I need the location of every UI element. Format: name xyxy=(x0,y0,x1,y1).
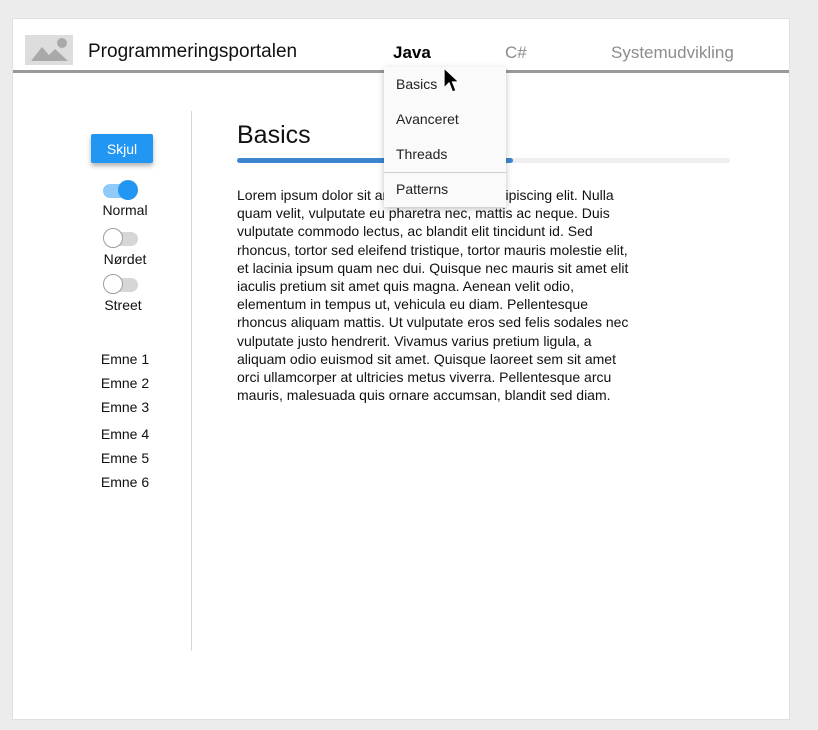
toggle-label-normal: Normal xyxy=(102,202,148,218)
top-navigation-bar: Programmeringsportalen Java C# Systemudv… xyxy=(13,19,789,73)
sidebar-topic-4[interactable]: Emne 4 xyxy=(75,426,175,442)
toggle-nordet[interactable] xyxy=(103,228,138,248)
toggle-normal[interactable] xyxy=(103,180,138,200)
sidebar-topic-1[interactable]: Emne 1 xyxy=(75,351,175,367)
sidebar-divider xyxy=(191,111,192,651)
nav-csharp[interactable]: C# xyxy=(505,43,527,63)
sidebar-topic-2[interactable]: Emne 2 xyxy=(75,375,175,391)
toggle-knob xyxy=(118,180,138,200)
nav-systemudvikling[interactable]: Systemudvikling xyxy=(611,43,734,63)
sidebar-topic-6[interactable]: Emne 6 xyxy=(75,474,175,490)
sidebar-topic-5[interactable]: Emne 5 xyxy=(75,450,175,466)
mouse-pointer-icon xyxy=(443,66,461,100)
toggle-street[interactable] xyxy=(103,274,138,294)
sidebar-topic-3[interactable]: Emne 3 xyxy=(75,399,175,415)
toggle-knob xyxy=(103,228,123,248)
app-title[interactable]: Programmeringsportalen xyxy=(88,41,297,63)
content-body-text: Lorem ipsum dolor sit amet, consectetur … xyxy=(237,187,629,404)
menu-item-avanceret[interactable]: Avanceret xyxy=(384,102,506,137)
toggle-knob xyxy=(103,274,123,294)
menu-item-patterns[interactable]: Patterns xyxy=(384,172,506,207)
page-container: Programmeringsportalen Java C# Systemudv… xyxy=(12,18,790,720)
toggle-label-nordet: Nørdet xyxy=(103,251,147,267)
toggle-label-street: Street xyxy=(104,297,142,313)
image-placeholder-icon[interactable] xyxy=(25,35,73,65)
hide-sidebar-button[interactable]: Skjul xyxy=(91,134,153,163)
menu-item-threads[interactable]: Threads xyxy=(384,137,506,172)
content-title: Basics xyxy=(237,121,311,149)
nav-java[interactable]: Java xyxy=(393,43,431,63)
